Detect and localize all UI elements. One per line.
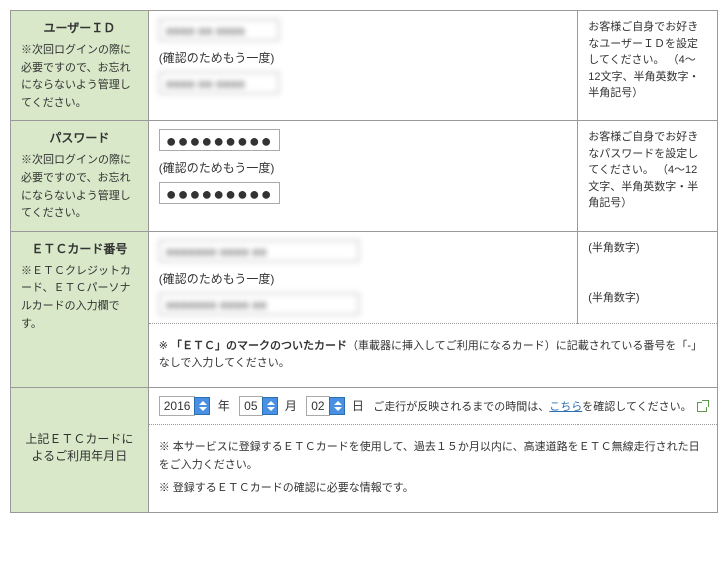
etccard-footnote-bold: 「ＥＴＣ」のマークのついたカード — [171, 340, 347, 352]
label-title-password: パスワード — [21, 129, 138, 146]
main-cell-etccard-1: ■■■■■■■ ■■■■ ■■ (確認のためもう一度) ■■■■■■■ ■■■■… — [148, 231, 577, 323]
etccard-confirm-label: (確認のためもう一度) — [159, 270, 567, 287]
label-cell-userid: ユーザーＩＤ ※次回ログインの際に必要ですので、お忘れにならないよう管理してくだ… — [11, 11, 149, 121]
label-title-userid: ユーザーＩＤ — [21, 19, 138, 36]
label-title-etccard: ＥＴＣカード番号 — [21, 240, 138, 257]
day-value: 02 — [306, 396, 329, 416]
password-confirm-label: (確認のためもう一度) — [159, 159, 567, 176]
usagedate-topnote-link[interactable]: こちら — [549, 401, 582, 413]
right-cell-password: お客様ご自身でお好きなパスワードを設定してください。 （4～12文字、半角英数字… — [578, 121, 718, 231]
registration-form-table: ユーザーＩＤ ※次回ログインの際に必要ですので、お忘れにならないよう管理してくだ… — [10, 10, 718, 513]
stepper-icon[interactable] — [194, 397, 210, 415]
usagedate-footnote-cell: ※ 本サービスに登録するＥＴＣカードを使用して、過去１５か月以内に、高速道路をＥ… — [148, 424, 717, 512]
password-confirm-input[interactable]: ●●●●●●●●● — [159, 182, 280, 204]
etccard-right-note2: (半角数字) — [588, 290, 707, 307]
right-cell-etccard: (半角数字) (半角数字) — [578, 231, 718, 323]
label-cell-etccard: ＥＴＣカード番号 ※ＥＴＣクレジットカード、ＥＴＣパーソナルカードの入力欄です。 — [11, 231, 149, 387]
etccard-confirm-input[interactable]: ■■■■■■■ ■■■■ ■■ — [159, 293, 359, 315]
etccard-footnote-prefix: ※ — [159, 340, 171, 352]
label-note-password: ※次回ログインの際に必要ですので、お忘れにならないよう管理してください。 — [21, 152, 138, 222]
year-select[interactable]: 2016 — [159, 396, 211, 416]
year-suffix: 年 — [218, 397, 230, 414]
usagedate-footnote1: ※ 本サービスに登録するＥＴＣカードを使用して、過去１５か月以内に、高速道路をＥ… — [159, 439, 707, 474]
main-cell-usagedate: 2016 年 05 月 02 日 ご走行が反映されるまでの時間は、こちらを確認し… — [148, 387, 717, 424]
stepper-icon[interactable] — [329, 397, 345, 415]
day-suffix: 日 — [352, 397, 364, 414]
userid-confirm-input[interactable]: ■■■■ ■■ ■■■■ — [159, 72, 279, 94]
usagedate-topnote-suffix: を確認してください。 — [582, 401, 691, 413]
month-suffix: 月 — [285, 397, 297, 414]
userid-confirm-label: (確認のためもう一度) — [159, 49, 567, 66]
label-title-usagedate: 上記ＥＴＣカードによるご利用年月日 — [21, 430, 138, 464]
label-cell-password: パスワード ※次回ログインの際に必要ですので、お忘れにならないよう管理してくださ… — [11, 121, 149, 231]
main-cell-password: ●●●●●●●●● (確認のためもう一度) ●●●●●●●●● — [148, 121, 577, 231]
year-value: 2016 — [159, 396, 196, 416]
etccard-input[interactable]: ■■■■■■■ ■■■■ ■■ — [159, 240, 359, 262]
label-cell-usagedate: 上記ＥＴＣカードによるご利用年月日 — [11, 387, 149, 512]
label-note-userid: ※次回ログインの際に必要ですので、お忘れにならないよう管理してください。 — [21, 42, 138, 112]
userid-input[interactable]: ■■■■ ■■ ■■■■ — [159, 19, 279, 41]
external-link-icon — [697, 402, 707, 412]
etccard-footnote: ※ 「ＥＴＣ」のマークのついたカード（車載器に挿入してご利用になるカード）に記載… — [159, 338, 707, 373]
password-input[interactable]: ●●●●●●●●● — [159, 129, 280, 151]
month-select[interactable]: 05 — [239, 396, 277, 416]
usagedate-topnote-prefix: ご走行が反映されるまでの時間は、 — [373, 401, 549, 413]
main-cell-userid: ■■■■ ■■ ■■■■ (確認のためもう一度) ■■■■ ■■ ■■■■ — [148, 11, 577, 121]
right-cell-userid: お客様ご自身でお好きなユーザーＩＤを設定してください。 （4～12文字、半角英数… — [578, 11, 718, 121]
etccard-right-note1: (半角数字) — [588, 240, 707, 257]
stepper-icon[interactable] — [262, 397, 278, 415]
day-select[interactable]: 02 — [306, 396, 344, 416]
month-value: 05 — [239, 396, 262, 416]
usagedate-topnote: ご走行が反映されるまでの時間は、こちらを確認してください。 — [373, 401, 706, 413]
label-note-etccard: ※ＥＴＣクレジットカード、ＥＴＣパーソナルカードの入力欄です。 — [21, 263, 138, 333]
usagedate-footnote2: ※ 登録するＥＴＣカードの確認に必要な情報です。 — [159, 480, 707, 498]
etccard-footnote-cell: ※ 「ＥＴＣ」のマークのついたカード（車載器に挿入してご利用になるカード）に記載… — [148, 323, 717, 387]
